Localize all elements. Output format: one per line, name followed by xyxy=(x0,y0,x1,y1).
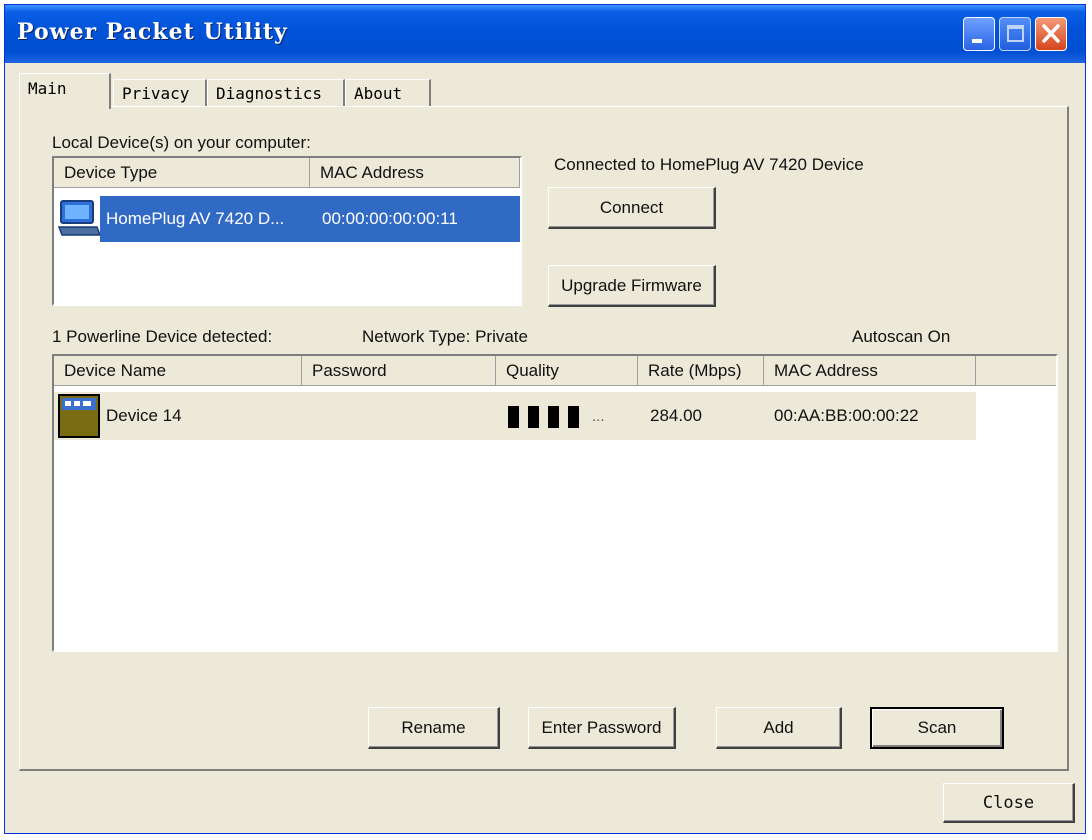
local-device-type: HomePlug AV 7420 D... xyxy=(106,209,285,228)
main-tab-panel: Local Device(s) on your computer: Device… xyxy=(19,106,1069,771)
quality-bar xyxy=(568,406,579,428)
tab-privacy[interactable]: Privacy xyxy=(113,79,207,107)
minimize-icon xyxy=(972,39,982,43)
enter-password-button[interactable]: Enter Password xyxy=(528,707,676,749)
device-row[interactable]: Device 14 ... 284.00 00:AA:BB:00:00:22 xyxy=(54,392,976,440)
column-header-rate[interactable]: Rate (Mbps) xyxy=(638,356,764,386)
device-rate: 284.00 xyxy=(650,406,702,425)
devices-detected-text: 1 Powerline Device detected: xyxy=(52,327,273,346)
maximize-icon xyxy=(1007,25,1024,42)
upgrade-firmware-button[interactable]: Upgrade Firmware xyxy=(548,265,716,307)
tab-about[interactable]: About xyxy=(345,79,431,107)
power-packet-utility-window: Power Packet Utility Main Privacy Diagno… xyxy=(4,4,1086,834)
powerline-device-icon xyxy=(58,394,102,445)
column-header-device-type[interactable]: Device Type xyxy=(54,158,310,188)
local-devices-label: Local Device(s) on your computer: xyxy=(52,133,311,152)
column-header-quality[interactable]: Quality xyxy=(496,356,638,386)
local-device-mac: 00:00:00:00:00:11 xyxy=(322,209,458,228)
close-window-button[interactable] xyxy=(1035,17,1067,51)
device-mac: 00:AA:BB:00:00:22 xyxy=(774,406,919,425)
quality-bar xyxy=(548,406,559,428)
column-header-mac-address[interactable]: MAC Address xyxy=(764,356,976,386)
tab-main[interactable]: Main xyxy=(19,73,111,109)
device-name: Device 14 xyxy=(106,406,182,425)
add-button[interactable]: Add xyxy=(716,707,842,749)
minimize-button[interactable] xyxy=(963,17,995,51)
quality-bar xyxy=(508,406,519,428)
connected-status-text: Connected to HomePlug AV 7420 Device xyxy=(554,155,864,174)
close-icon xyxy=(1042,24,1060,43)
tab-diagnostics[interactable]: Diagnostics xyxy=(207,79,345,107)
rename-button[interactable]: Rename xyxy=(368,707,500,749)
local-device-row[interactable]: HomePlug AV 7420 D... 00:00:00:00:00:11 xyxy=(54,196,520,242)
scan-button[interactable]: Scan xyxy=(870,707,1004,749)
network-type-text: Network Type: Private xyxy=(362,327,528,346)
maximize-button[interactable] xyxy=(999,17,1031,51)
local-devices-list[interactable]: Device Type MAC Address HomePlug AV 7420… xyxy=(52,156,522,306)
powerline-devices-list[interactable]: Device Name Password Quality Rate (Mbps)… xyxy=(52,354,1058,652)
column-header-device-name[interactable]: Device Name xyxy=(54,356,302,386)
connect-button[interactable]: Connect xyxy=(548,187,716,229)
quality-bar xyxy=(528,406,539,428)
column-header-filler xyxy=(976,356,1056,386)
title-bar[interactable]: Power Packet Utility xyxy=(5,5,1085,63)
close-button[interactable]: Close xyxy=(943,783,1075,823)
quality-more: ... xyxy=(592,408,605,425)
autoscan-status-text: Autoscan On xyxy=(852,327,951,346)
column-header-password[interactable]: Password xyxy=(302,356,496,386)
window-title: Power Packet Utility xyxy=(17,19,288,45)
computer-icon xyxy=(57,199,102,246)
column-header-mac-address[interactable]: MAC Address xyxy=(310,158,520,188)
